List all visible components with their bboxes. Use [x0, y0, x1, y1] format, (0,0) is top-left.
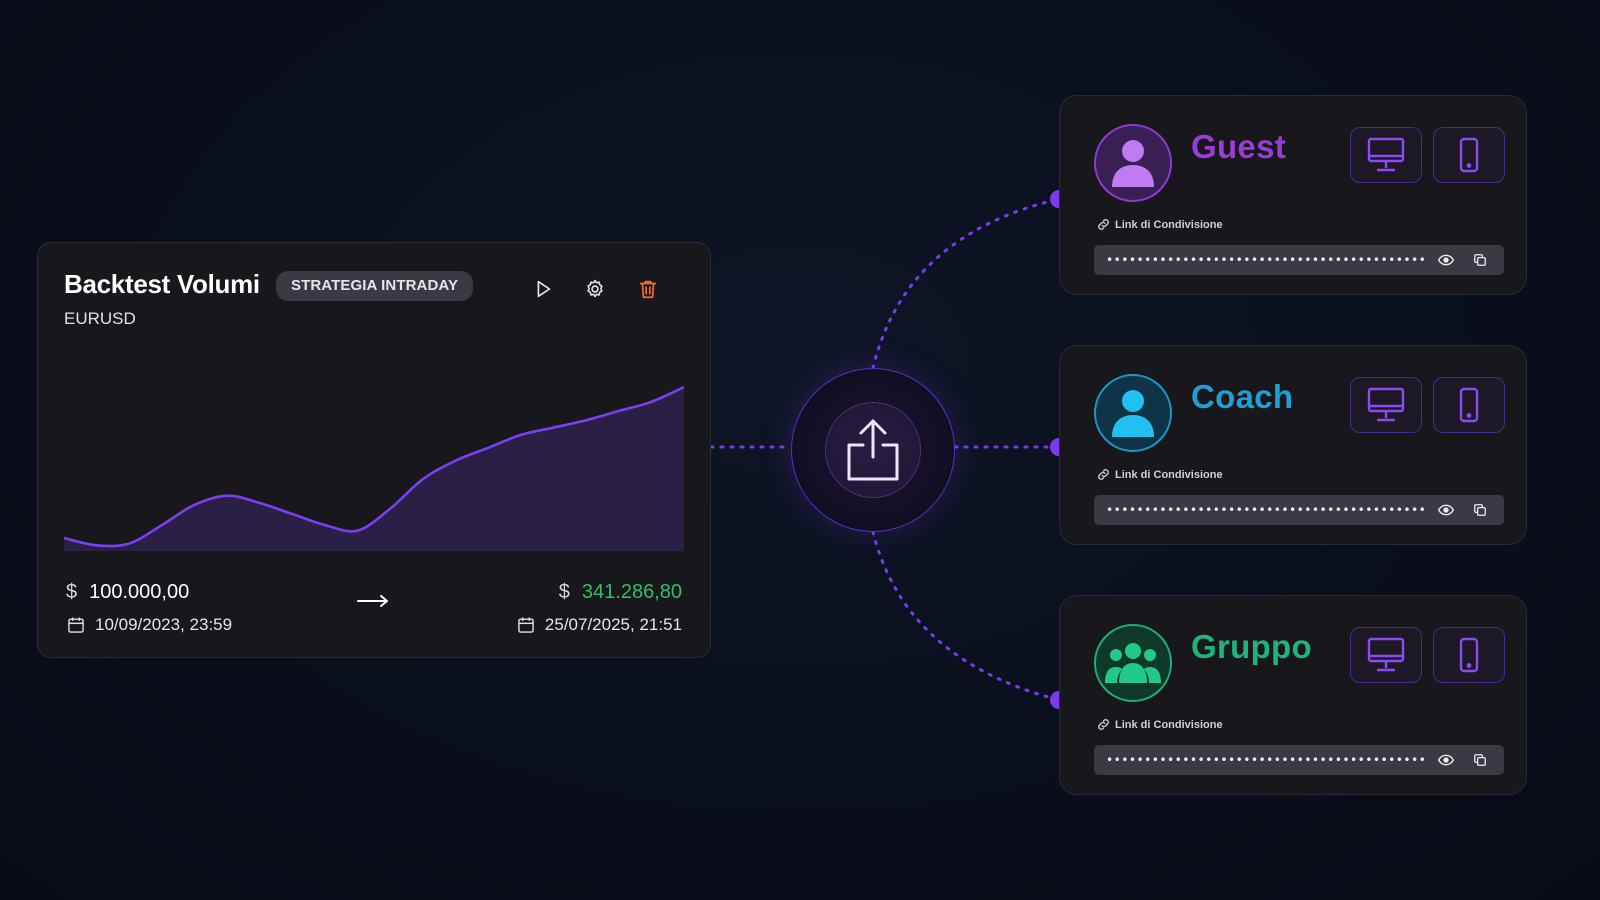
calendar-icon	[68, 617, 84, 633]
desktop-button[interactable]	[1350, 377, 1422, 433]
avatar	[1094, 624, 1172, 702]
desktop-button[interactable]	[1350, 127, 1422, 183]
link-label-text: Link di Condivisione	[1115, 468, 1223, 481]
share-link-value: ••••••••••••••••••••••••••••••••••••••••…	[1106, 503, 1428, 517]
desktop-icon	[1367, 637, 1405, 672]
share-card-coach: Coach Link di Condivisione •••••••••••••…	[1059, 345, 1527, 545]
play-icon	[537, 280, 551, 298]
backtest-card: Backtest Volumi STRATEGIA INTRADAY EURUS…	[37, 242, 711, 658]
share-link-field[interactable]: ••••••••••••••••••••••••••••••••••••••••…	[1094, 495, 1504, 525]
equity-chart	[64, 385, 684, 551]
mobile-button[interactable]	[1433, 127, 1505, 183]
start-amount: 100.000,00	[89, 581, 190, 603]
start-value: $ 100.000,00	[66, 581, 189, 604]
eye-icon	[1438, 754, 1454, 766]
connector-to-guest	[871, 197, 1061, 370]
share-upload-icon	[847, 419, 899, 481]
desktop-icon	[1367, 137, 1405, 172]
avatar	[1094, 374, 1172, 452]
link-icon	[1098, 469, 1109, 480]
strategy-badge: STRATEGIA INTRADAY	[276, 271, 474, 301]
copy-icon	[1474, 754, 1486, 766]
share-target-name: Gruppo	[1191, 628, 1312, 665]
reveal-link-button[interactable]	[1437, 502, 1455, 518]
group-icon	[1105, 643, 1161, 683]
share-button[interactable]	[825, 402, 921, 498]
copy-icon	[1474, 504, 1486, 516]
link-icon	[1098, 219, 1109, 230]
settings-button[interactable]	[581, 275, 609, 303]
arrow-right-icon	[357, 595, 388, 607]
desktop-button[interactable]	[1350, 627, 1422, 683]
play-button[interactable]	[529, 275, 557, 303]
chart-area	[64, 387, 684, 551]
copy-link-button[interactable]	[1471, 252, 1489, 268]
reveal-link-button[interactable]	[1437, 252, 1455, 268]
avatar	[1094, 124, 1172, 202]
link-label-text: Link di Condivisione	[1115, 218, 1223, 231]
user-icon	[1112, 390, 1154, 437]
share-link-field[interactable]: ••••••••••••••••••••••••••••••••••••••••…	[1094, 245, 1504, 275]
backtest-title: Backtest Volumi	[64, 269, 260, 299]
end-currency: $	[558, 581, 570, 603]
share-link-value: ••••••••••••••••••••••••••••••••••••••••…	[1106, 753, 1428, 767]
connector-to-gruppo	[871, 530, 1061, 702]
share-card-guest: Guest Link di Condivisione •••••••••••••…	[1059, 95, 1527, 295]
start-date: 10/09/2023, 23:59	[66, 615, 232, 635]
copy-icon	[1474, 254, 1486, 266]
start-date-text: 10/09/2023, 23:59	[95, 615, 233, 634]
link-label-text: Link di Condivisione	[1115, 718, 1223, 731]
link-label: Link di Condivisione	[1096, 717, 1223, 732]
share-card-gruppo: Gruppo Link di Condivisione ••••••••••••…	[1059, 595, 1527, 795]
link-label: Link di Condivisione	[1096, 467, 1223, 482]
user-icon	[1112, 140, 1154, 187]
share-target-name: Coach	[1191, 378, 1294, 415]
calendar-icon	[518, 617, 534, 633]
share-target-name: Guest	[1191, 128, 1287, 165]
copy-link-button[interactable]	[1471, 752, 1489, 768]
desktop-icon	[1367, 387, 1405, 422]
end-value: $ 341.286,80	[559, 581, 682, 604]
end-date: 25/07/2025, 21:51	[516, 615, 682, 635]
link-label: Link di Condivisione	[1096, 217, 1223, 232]
share-link-value: ••••••••••••••••••••••••••••••••••••••••…	[1106, 253, 1428, 267]
gear-icon	[587, 279, 603, 298]
link-icon	[1098, 719, 1109, 730]
mobile-icon	[1459, 637, 1479, 673]
eye-icon	[1438, 504, 1454, 516]
delete-button[interactable]	[634, 275, 662, 303]
share-link-field[interactable]: ••••••••••••••••••••••••••••••••••••••••…	[1094, 745, 1504, 775]
reveal-link-button[interactable]	[1437, 752, 1455, 768]
trash-icon	[639, 280, 657, 299]
end-amount: 341.286,80	[581, 581, 682, 603]
mobile-button[interactable]	[1433, 377, 1505, 433]
mobile-icon	[1459, 387, 1479, 423]
mobile-icon	[1459, 137, 1479, 173]
end-date-text: 25/07/2025, 21:51	[544, 615, 682, 634]
eye-icon	[1438, 254, 1454, 266]
start-currency: $	[66, 581, 78, 603]
symbol-label: EURUSD	[64, 309, 136, 328]
mobile-button[interactable]	[1433, 627, 1505, 683]
share-hub	[791, 368, 955, 532]
copy-link-button[interactable]	[1471, 502, 1489, 518]
